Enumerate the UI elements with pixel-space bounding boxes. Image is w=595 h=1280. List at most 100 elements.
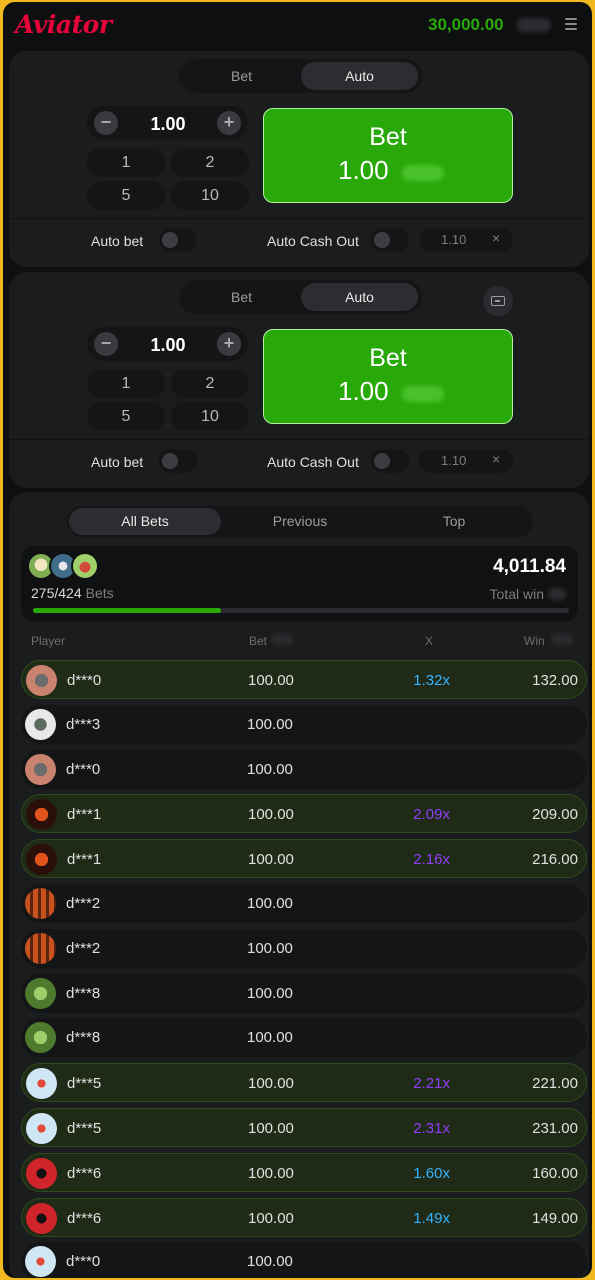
bet-amount: 100.00 xyxy=(247,939,293,957)
player-name: d***8 xyxy=(66,984,101,1002)
clear-icon[interactable]: × xyxy=(492,230,500,246)
multiplier: 2.09x xyxy=(413,806,450,824)
multiplier: 1.60x xyxy=(413,1164,450,1182)
player-name: d***6 xyxy=(67,1164,102,1182)
win-amount: 231.00 xyxy=(532,1120,578,1137)
table-row: d***0 100.00 xyxy=(21,749,587,789)
bets-count-label: Bets xyxy=(85,585,114,601)
avatar xyxy=(26,1157,57,1189)
multiplier: 2.21x xyxy=(413,1075,450,1093)
bets-count: 275/424 Bets xyxy=(31,585,114,601)
bet-amount: 100.00 xyxy=(247,760,293,778)
quick-amount-button[interactable]: 1 xyxy=(87,369,165,398)
quick-amount-button[interactable]: 10 xyxy=(171,181,249,210)
bets-summary: 275/424 Bets 4,011.84 Total win xyxy=(21,546,578,621)
amount-stepper: − 1.00 + xyxy=(87,327,248,361)
auto-cashout-toggle[interactable] xyxy=(371,449,409,473)
divider xyxy=(9,218,589,219)
bet-amount: 100.00 xyxy=(248,1164,294,1182)
bet-amount: 100.00 xyxy=(248,1209,294,1227)
quick-amount-button[interactable]: 2 xyxy=(171,369,249,398)
table-row: d***3 100.00 xyxy=(21,704,587,744)
currency-blurred xyxy=(551,634,573,645)
multiplier: 1.32x xyxy=(413,672,450,689)
player-name: d***2 xyxy=(66,939,101,957)
decrease-amount-button[interactable]: − xyxy=(94,111,118,135)
bet-amount: 100.00 xyxy=(247,1029,293,1047)
currency-blurred xyxy=(402,165,444,181)
bet-amount-input[interactable]: 1.00 xyxy=(127,335,209,356)
clear-icon[interactable]: × xyxy=(492,451,500,467)
tab-auto[interactable]: Auto xyxy=(301,62,418,90)
avatar xyxy=(25,888,56,919)
remove-panel-icon[interactable] xyxy=(483,286,513,316)
avatar xyxy=(26,665,57,696)
tab-all-bets[interactable]: All Bets xyxy=(69,508,221,535)
tab-top[interactable]: Top xyxy=(378,508,530,535)
progress-fill xyxy=(33,608,221,613)
player-name: d***0 xyxy=(66,760,101,778)
amount-stepper: − 1.00 + xyxy=(87,106,248,140)
tab-auto[interactable]: Auto xyxy=(301,283,418,311)
place-bet-button[interactable]: Bet 1.00 xyxy=(263,108,513,203)
cashout-value: 1.10 xyxy=(441,453,467,468)
header: Aviator 30,000.00 xyxy=(3,2,592,48)
bets-section: All Bets Previous Top 275/424 Bets 4,011.… xyxy=(9,492,589,1278)
player-name: d***0 xyxy=(66,1253,101,1271)
auto-cashout-input[interactable]: 1.10 × xyxy=(419,449,513,473)
auto-cashout-label: Auto Cash Out xyxy=(267,454,359,470)
hamburger-menu-icon[interactable] xyxy=(565,18,577,31)
increase-amount-button[interactable]: + xyxy=(217,332,241,356)
quick-amount-button[interactable]: 10 xyxy=(171,402,249,431)
currency-blurred xyxy=(402,386,444,402)
quick-amount-button[interactable]: 5 xyxy=(87,181,165,210)
auto-cashout-toggle[interactable] xyxy=(371,228,409,252)
avatar xyxy=(25,977,56,1009)
currency-blurred xyxy=(517,18,551,32)
win-amount: 209.00 xyxy=(532,806,578,824)
quick-amount-button[interactable]: 5 xyxy=(87,402,165,431)
auto-cashout-input[interactable]: 1.10 × xyxy=(419,228,513,252)
avatar xyxy=(25,932,56,964)
tab-bet[interactable]: Bet xyxy=(183,62,300,90)
table-row: d***5 100.00 2.21x 221.00 xyxy=(21,1063,587,1103)
player-name: d***1 xyxy=(67,851,102,869)
auto-bet-toggle[interactable] xyxy=(159,449,197,473)
table-row: d***0 100.00 1.32x 132.00 xyxy=(21,660,587,699)
table-row: d***5 100.00 2.31x 231.00 xyxy=(21,1108,587,1147)
bet-button-value: 1.00 xyxy=(338,376,389,406)
tab-bet[interactable]: Bet xyxy=(183,283,300,311)
divider xyxy=(9,439,589,440)
decrease-amount-button[interactable]: − xyxy=(94,332,118,356)
tab-previous[interactable]: Previous xyxy=(224,508,376,535)
table-row: d***1 100.00 2.16x 216.00 xyxy=(21,839,587,879)
win-amount: 132.00 xyxy=(532,672,578,689)
bets-tabs: All Bets Previous Top xyxy=(67,506,533,537)
quick-amount-button[interactable]: 2 xyxy=(171,148,249,177)
cashout-value: 1.10 xyxy=(441,232,467,247)
bet-amount: 100.00 xyxy=(247,715,293,733)
avatar xyxy=(26,799,57,831)
column-win: Win xyxy=(524,634,545,648)
bets-table-header: Player Bet X Win xyxy=(9,634,589,650)
place-bet-button[interactable]: Bet 1.00 xyxy=(263,329,513,424)
player-name: d***2 xyxy=(66,895,101,912)
bet-button-value: 1.00 xyxy=(338,155,389,185)
bet-mode-tabs: Bet Auto xyxy=(179,280,422,314)
auto-bet-toggle[interactable] xyxy=(159,228,197,252)
player-name: d***1 xyxy=(67,806,102,824)
bet-panel-1: Bet Auto − 1.00 + 1 2 5 10 Bet 1.00 Auto… xyxy=(9,51,589,267)
win-amount: 160.00 xyxy=(532,1164,578,1182)
avatar xyxy=(26,1068,57,1100)
total-win-label: Total win xyxy=(489,586,544,602)
quick-amount-button[interactable]: 1 xyxy=(87,148,165,177)
table-row: d***6 100.00 1.60x 160.00 xyxy=(21,1152,587,1192)
avatar xyxy=(26,844,57,876)
bet-button-label: Bet xyxy=(369,344,407,372)
increase-amount-button[interactable]: + xyxy=(217,111,241,135)
bet-panel-2: Bet Auto − 1.00 + 1 2 5 10 Bet 1.00 Auto… xyxy=(9,272,589,488)
currency-blurred xyxy=(548,588,566,600)
bets-count-value: 275/424 xyxy=(31,585,82,601)
bet-amount-input[interactable]: 1.00 xyxy=(127,114,209,135)
avatar-stack xyxy=(27,552,99,580)
